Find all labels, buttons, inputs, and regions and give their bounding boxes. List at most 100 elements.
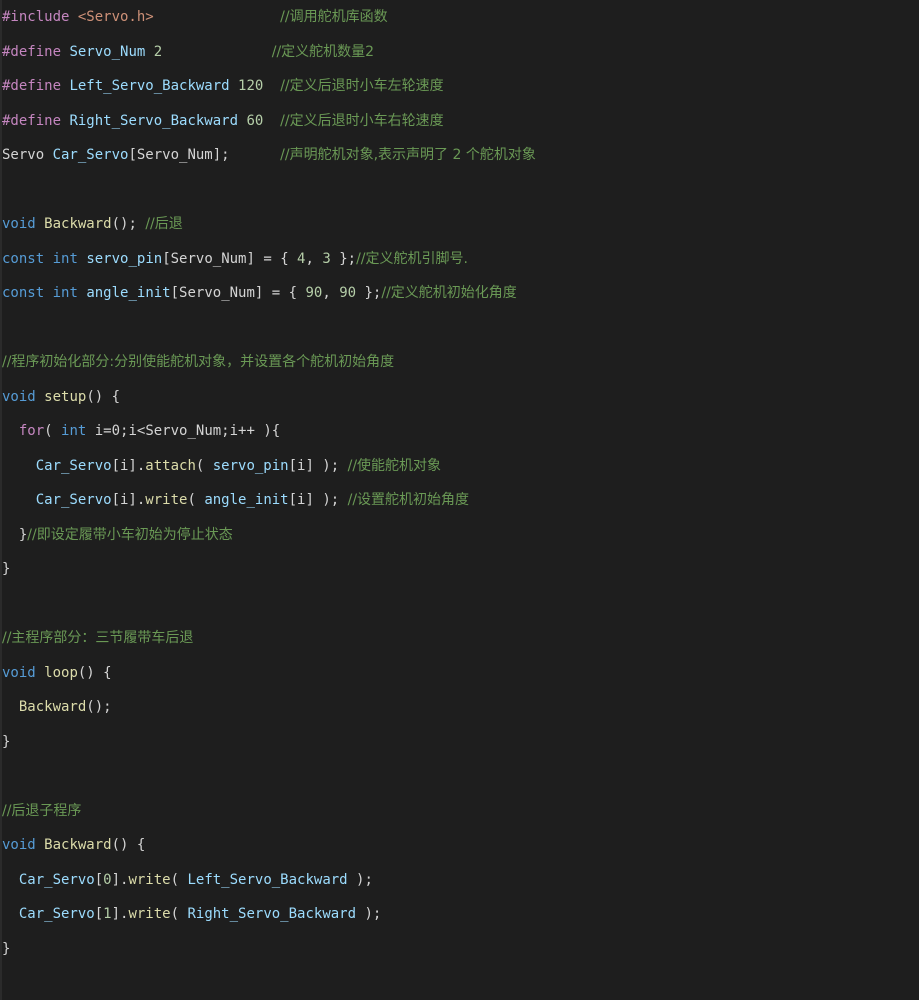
- code-line[interactable]: #define Left_Servo_Backward 120 //定义后退时小…: [2, 69, 919, 104]
- code-line[interactable]: }//即设定履带小车初始为停止状态: [2, 518, 919, 553]
- comment-token: //声明舵机对象,表示声明了 2 个舵机对象: [280, 147, 536, 163]
- punctuation-token: [Servo_Num] = {: [162, 250, 298, 267]
- keyword-token: void: [2, 388, 36, 405]
- code-line[interactable]: void setup() {: [2, 380, 919, 415]
- code-line[interactable]: Car_Servo[1].write( Right_Servo_Backward…: [2, 897, 919, 932]
- code-line[interactable]: #define Servo_Num 2 //定义舵机数量2: [2, 35, 919, 70]
- code-line[interactable]: [2, 587, 919, 622]
- keyword-token: void: [2, 216, 36, 232]
- comment-token: //设置舵机初始角度: [347, 492, 470, 508]
- punctuation-token: ,: [322, 285, 340, 301]
- punctuation-token: [i].: [111, 492, 146, 508]
- punctuation-token: }: [2, 561, 11, 577]
- punctuation-token: [36, 665, 44, 681]
- code-line[interactable]: Car_Servo[i].attach( servo_pin[i] ); //使…: [2, 449, 919, 484]
- function-token: write: [128, 906, 171, 922]
- keyword-token: const: [2, 250, 45, 267]
- punctuation-token: [: [94, 906, 104, 922]
- code-line[interactable]: const int servo_pin[Servo_Num] = { 4, 3 …: [2, 242, 919, 277]
- punctuation-token: [263, 113, 280, 129]
- punctuation-token: (: [195, 457, 213, 474]
- comment-token: //定义舵机引脚号.: [356, 250, 468, 267]
- punctuation-token: () {: [77, 664, 112, 681]
- punctuation-token: () {: [86, 388, 121, 405]
- code-line[interactable]: Car_Servo[0].write( Left_Servo_Backward …: [2, 863, 919, 898]
- comment-token: //程序初始化部分:分别使能舵机对象，并设置各个舵机初始角度: [2, 354, 395, 370]
- punctuation-token: };: [330, 250, 357, 267]
- punctuation-token: ].: [111, 871, 129, 888]
- number-token: 120: [238, 78, 264, 94]
- punctuation-token: (: [187, 492, 205, 508]
- code-line[interactable]: //后退子程序: [2, 794, 919, 829]
- identifier-token: Servo_Num: [69, 43, 146, 60]
- punctuation-token: [44, 251, 52, 267]
- code-line[interactable]: //主程序部分：三节履带车后退: [2, 621, 919, 656]
- punctuation-token: [44, 285, 52, 301]
- punctuation-token: (: [170, 871, 188, 888]
- punctuation-token: ();: [111, 216, 146, 232]
- function-token: write: [145, 492, 188, 508]
- code-line[interactable]: [2, 311, 919, 346]
- preprocessor-token: for: [18, 423, 45, 439]
- code-line[interactable]: void Backward() {: [2, 828, 919, 863]
- punctuation-token: [: [94, 871, 104, 888]
- punctuation-token: Servo: [2, 147, 53, 163]
- code-line[interactable]: [2, 173, 919, 208]
- code-line[interactable]: [2, 759, 919, 794]
- string-token: <Servo.h>: [77, 9, 154, 25]
- punctuation-token: [36, 837, 44, 853]
- identifier-token: Car_Servo: [35, 492, 112, 508]
- number-token: 90: [305, 285, 323, 301]
- function-token: Backward: [44, 837, 112, 853]
- identifier-token: Right_Servo_Backward: [69, 112, 239, 129]
- punctuation-token: [Servo_Num] = {: [170, 285, 306, 301]
- punctuation-token: (: [170, 906, 188, 922]
- keyword-token: void: [2, 664, 36, 681]
- punctuation-token: );: [347, 871, 373, 888]
- comment-token: //定义后退时小车右轮速度: [280, 112, 444, 129]
- comment-token: //定义后退时小车左轮速度: [280, 78, 444, 94]
- code-line[interactable]: const int angle_init[Servo_Num] = { 90, …: [2, 276, 919, 311]
- keyword-token: void: [2, 837, 36, 853]
- identifier-token: servo_pin: [212, 457, 289, 474]
- function-token: Backward: [44, 216, 112, 232]
- code-line[interactable]: #define Right_Servo_Backward 60 //定义后退时小…: [2, 104, 919, 139]
- number-token: 2: [153, 43, 163, 60]
- punctuation-token: [154, 9, 280, 25]
- punctuation-token: }: [2, 526, 28, 543]
- punctuation-token: ].: [111, 906, 129, 922]
- punctuation-token: ,: [305, 250, 323, 267]
- punctuation-token: [162, 44, 272, 60]
- code-line[interactable]: #include <Servo.h> //调用舵机库函数: [2, 0, 919, 35]
- code-editor[interactable]: #include <Servo.h> //调用舵机库函数 #define Serv…: [0, 0, 919, 1000]
- code-line[interactable]: }: [2, 725, 919, 760]
- identifier-token: Left_Servo_Backward: [69, 78, 230, 94]
- code-line[interactable]: }: [2, 552, 919, 587]
- punctuation-token: [i].: [111, 457, 146, 474]
- code-line[interactable]: Car_Servo[i].write( angle_init[i] ); //设…: [2, 483, 919, 518]
- punctuation-token: [2, 423, 19, 439]
- comment-token: //使能舵机对象: [347, 457, 442, 474]
- identifier-token: Car_Servo: [52, 147, 129, 163]
- code-line[interactable]: void loop() {: [2, 656, 919, 691]
- comment-token: //调用舵机库函数: [280, 9, 388, 25]
- punctuation-token: [263, 78, 280, 94]
- code-line[interactable]: for( int i=0;i<Servo_Num;i++ ){: [2, 414, 919, 449]
- comment-token: //后退: [145, 216, 183, 232]
- code-line[interactable]: Servo Car_Servo[Servo_Num]; //声明舵机对象,表示声…: [2, 138, 919, 173]
- code-line[interactable]: Backward();: [2, 690, 919, 725]
- code-line[interactable]: }: [2, 932, 919, 967]
- identifier-token: Right_Servo_Backward: [187, 906, 357, 922]
- keyword-token: int: [52, 250, 78, 267]
- punctuation-token: [2, 458, 36, 474]
- code-line[interactable]: //程序初始化部分:分别使能舵机对象，并设置各个舵机初始角度: [2, 345, 919, 380]
- punctuation-token: [36, 389, 44, 405]
- code-area[interactable]: #include <Servo.h> //调用舵机库函数 #define Serv…: [2, 0, 919, 966]
- punctuation-token: }: [2, 733, 11, 750]
- code-line[interactable]: void Backward(); //后退: [2, 207, 919, 242]
- preprocessor-token: #include: [2, 9, 78, 25]
- number-token: 90: [339, 285, 357, 301]
- punctuation-token: i=0;i<Servo_Num;i++ ){: [86, 423, 281, 439]
- identifier-token: servo_pin: [86, 250, 163, 267]
- function-token: write: [128, 871, 171, 888]
